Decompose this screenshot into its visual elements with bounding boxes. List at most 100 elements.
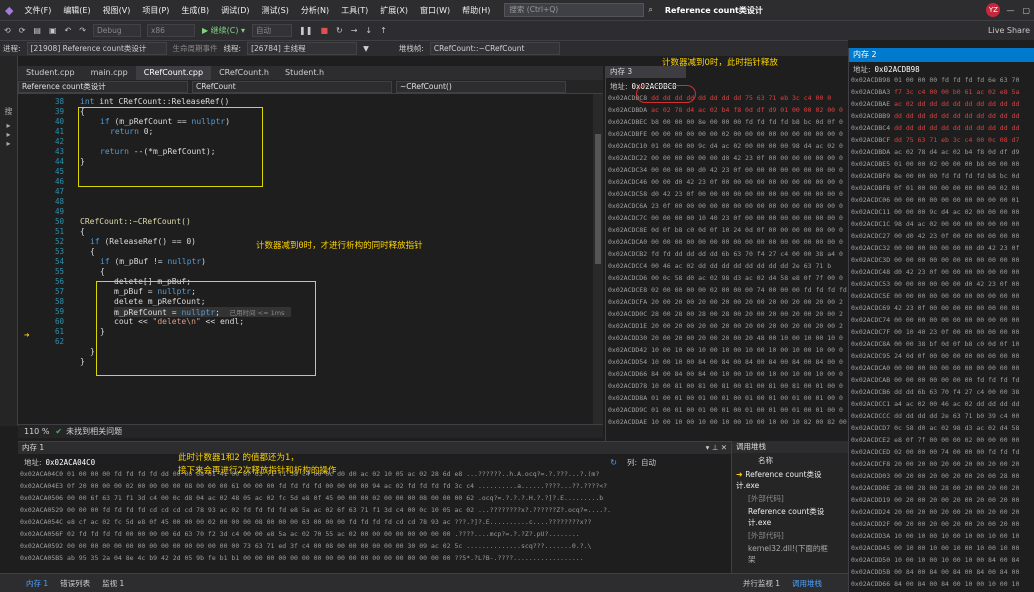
menu-analyze[interactable]: 分析(N) bbox=[295, 5, 335, 16]
menu-file[interactable]: 文件(F) bbox=[18, 5, 57, 16]
memory-row[interactable]: 0x02ACA056F 02 fd fd fd fd 00 00 00 00 6d… bbox=[20, 530, 580, 538]
memory-row[interactable]: 0x02ACDBDA ac 02 78 d4 ac 02 b4 f8 0d df … bbox=[851, 148, 1019, 156]
new-file-icon[interactable]: ▤ bbox=[29, 26, 45, 35]
memory-row[interactable]: 0x02ACDD66 84 00 84 00 84 00 10 00 10 00 … bbox=[608, 370, 843, 378]
memory-row[interactable]: 0x02ACDBEC b8 00 00 00 8e 00 00 00 fd fd … bbox=[608, 118, 843, 126]
search-icon[interactable]: ⌕ bbox=[648, 5, 652, 15]
tab-error-list[interactable]: 错误列表 bbox=[54, 578, 96, 589]
lifecycle-button[interactable]: 生命周期事件 bbox=[170, 43, 221, 54]
memory-row[interactable]: 0x02ACDC06 00 00 00 00 00 00 00 00 00 00 … bbox=[851, 196, 1019, 204]
memory-row[interactable]: 0x02ACA05B5 ab 95 35 2a 04 8e 4c b9 42 2d… bbox=[20, 554, 584, 562]
memory-row[interactable]: 0x02ACDCFA 20 00 20 00 20 00 20 00 20 00 … bbox=[608, 298, 843, 306]
memory-row[interactable]: 0x02ACDD19 00 20 00 20 00 20 00 20 00 20 … bbox=[851, 496, 1019, 504]
memory-row[interactable]: 0x02ACDCC1 a4 ac 02 00 46 ac 02 dd dd dd … bbox=[851, 400, 1019, 408]
memory-row[interactable]: 0x02ACDD66 84 00 84 00 84 00 10 00 10 00 … bbox=[851, 580, 1019, 588]
callstack-row[interactable]: kernel32.dll!(下面的框架 bbox=[732, 542, 848, 566]
memory-row[interactable]: 0x02ACDBC4 dd dd dd dd dd dd dd dd dd dd … bbox=[851, 124, 1019, 132]
tab-crefcount-h[interactable]: CRefCount.h bbox=[211, 66, 277, 80]
avatar[interactable]: YZ bbox=[986, 3, 1001, 17]
address-input[interactable]: 0x02ACDB98 bbox=[875, 65, 920, 74]
memory-row[interactable]: 0x02ACDD8A 01 00 01 00 01 00 01 00 01 00 … bbox=[608, 394, 843, 402]
memory-row[interactable]: 0x02ACDBA3 f7 3c c4 00 00 b0 61 ac 02 e8 … bbox=[851, 88, 1019, 96]
memory-row[interactable]: 0x02ACDD50 10 00 10 00 10 00 10 00 84 00 … bbox=[851, 556, 1019, 564]
tab-crefcount-cpp[interactable]: CRefCount.cpp bbox=[135, 66, 212, 80]
callstack-row[interactable]: [外部代码] bbox=[732, 492, 848, 505]
memory-row[interactable]: 0x02ACDC7F 00 10 40 23 0f 00 00 00 00 00 … bbox=[851, 328, 1019, 336]
restart-icon[interactable]: ↻ bbox=[332, 26, 347, 35]
menu-extensions[interactable]: 扩展(X) bbox=[374, 5, 414, 16]
tab-callstack[interactable]: 调用堆栈 bbox=[786, 578, 828, 589]
memory-row[interactable]: 0x02ACDC1C 98 d4 ac 02 00 00 00 00 00 00 … bbox=[851, 220, 1019, 228]
memory-row[interactable]: 0x02ACDC11 00 00 00 9c d4 ac 02 00 00 00 … bbox=[851, 208, 1019, 216]
memory-row[interactable]: 0x02ACDC58 d0 42 23 0f 00 00 00 00 00 00 … bbox=[608, 190, 843, 198]
pin-icon[interactable]: ▾ ⊥ ✕ bbox=[706, 442, 727, 454]
memory-row[interactable]: 0x02ACDDAE 10 00 10 00 10 00 10 00 10 00 … bbox=[608, 418, 847, 426]
memory-row[interactable]: 0x02ACDCAB 00 00 00 00 00 00 00 fd fd fd … bbox=[851, 376, 1019, 384]
back-icon[interactable]: ⟲ bbox=[0, 26, 15, 35]
memory-row[interactable]: 0x02ACDCB2 fd fd dd dd dd dd 6b 63 70 f4 … bbox=[608, 250, 843, 258]
platform-select[interactable]: x86 bbox=[146, 24, 195, 37]
tab-memory1[interactable]: 内存 1 bbox=[20, 578, 54, 589]
expand-icon[interactable]: ▸ bbox=[0, 139, 17, 148]
memory-row[interactable]: 0x02ACDD3A 10 00 10 00 10 00 10 00 10 00 … bbox=[851, 532, 1019, 540]
pause-icon[interactable]: ❚❚ bbox=[295, 26, 316, 35]
memory-row[interactable]: 0x02ACDCB6 dd dd 6b 63 70 f4 27 c4 00 00 … bbox=[851, 388, 1019, 396]
memory-row[interactable]: 0x02ACDCED 02 00 00 00 74 00 00 00 fd fd … bbox=[851, 448, 1019, 456]
memory-row[interactable]: 0x02ACDD30 20 00 20 00 20 00 20 00 20 48 … bbox=[608, 334, 843, 342]
memory-row[interactable]: 0x02ACDD5B 00 84 00 84 00 84 00 84 00 84 … bbox=[851, 568, 1019, 576]
member-select[interactable]: ~CRefCount() bbox=[396, 80, 566, 93]
memory-row[interactable]: 0x02ACDC6A 23 0f 00 00 00 00 00 00 00 00 … bbox=[608, 202, 843, 210]
address-input[interactable]: 0x02ACA04C0 bbox=[46, 458, 96, 467]
project-select[interactable]: Reference count类设计 bbox=[18, 80, 188, 93]
memory-row[interactable]: 0x02ACDB98 01 00 00 00 fd fd fd fd 6e 63 … bbox=[851, 76, 1019, 84]
memory-row[interactable]: 0x02ACDC53 00 00 00 00 00 00 d0 42 23 0f … bbox=[851, 280, 1019, 288]
zoom-level[interactable]: 110 % bbox=[18, 427, 55, 436]
memory-row[interactable]: 0x02ACDC74 00 00 00 00 00 00 00 00 00 00 … bbox=[851, 316, 1019, 324]
memory-row[interactable]: 0x02ACDC46 00 00 d0 42 23 0f 00 00 00 00 … bbox=[608, 178, 843, 186]
memory-row[interactable]: 0x02ACDD54 10 00 10 00 84 00 84 00 84 00 … bbox=[608, 358, 843, 366]
menu-test[interactable]: 测试(S) bbox=[256, 5, 295, 16]
tab-student-cpp[interactable]: Student.cpp bbox=[18, 66, 83, 80]
filter-icon[interactable]: ▼ bbox=[360, 44, 372, 53]
memory-row[interactable]: 0x02ACDC8A 00 00 38 bf 0d 0f b8 c0 0d 0f … bbox=[851, 340, 1019, 348]
memory-row[interactable]: 0x02ACDD78 10 00 81 00 81 00 81 00 81 00 … bbox=[608, 382, 843, 390]
memory-row[interactable]: 0x02ACDC8E 0d 0f b8 c0 0d 0f 10 24 0d 0f … bbox=[608, 226, 843, 234]
memory-row[interactable]: 0x02ACDBFB 0f 01 00 00 00 00 00 00 00 02 … bbox=[851, 184, 1019, 192]
memory-row[interactable]: 0x02ACA04E3 0f 20 00 00 00 02 00 00 00 00… bbox=[20, 482, 607, 490]
memory-row[interactable]: 0x02ACDC48 d0 42 23 0f 00 00 00 00 00 00 … bbox=[851, 268, 1019, 276]
thread-select[interactable]: [26784] 主线程 bbox=[247, 42, 358, 55]
memory-row[interactable]: 0x02ACDCD6 00 0c 58 d0 ac 02 98 d3 ac 02 … bbox=[608, 274, 843, 282]
memory-row[interactable]: 0x02ACDD42 10 00 10 00 10 00 10 00 10 00 … bbox=[608, 346, 843, 354]
memory-row[interactable]: 0x02ACDBCF dd 75 63 71 eb 3c c4 00 0c 08 … bbox=[851, 136, 1019, 144]
memory-row[interactable]: 0x02ACDC22 00 00 00 00 00 00 d0 42 23 0f … bbox=[608, 154, 843, 162]
stack-frame-select[interactable]: CRefCount::~CRefCount bbox=[429, 42, 560, 55]
redo-icon[interactable]: ↷ bbox=[75, 26, 90, 35]
memory-row[interactable]: 0x02ACDD24 20 00 20 00 20 00 20 00 20 00 … bbox=[851, 508, 1019, 516]
solution-explorer-strip[interactable]: 搜 ▸ ▸ ▸ bbox=[0, 56, 18, 426]
menu-help[interactable]: 帮助(H) bbox=[456, 5, 496, 16]
memory-row[interactable]: 0x02ACDCC4 00 46 ac 02 dd dd dd dd dd dd … bbox=[608, 262, 831, 270]
memory-row[interactable]: 0x02ACA0592 00 00 00 00 00 00 00 00 00 00… bbox=[20, 542, 591, 550]
memory-row[interactable]: 0x02ACDBB9 dd dd dd dd dd dd dd dd dd dd … bbox=[851, 112, 1019, 120]
code-editor[interactable]: 38 39 40 41 42 43 44 45 46 47 48 49 50 51 52 53 54 55 56 57… bbox=[18, 94, 603, 424]
memory-row[interactable]: 0x02ACDBDA ac 02 78 d4 ac 02 b4 f8 0d df … bbox=[608, 106, 843, 114]
continue-button[interactable]: ▶ 继续(C) ▾ bbox=[198, 25, 249, 36]
memory-row[interactable]: 0x02ACDC32 00 00 00 00 00 00 00 d0 42 23 … bbox=[851, 244, 1019, 252]
process-select[interactable]: [21908] Reference count类设计 bbox=[26, 42, 167, 55]
memory-row[interactable]: 0x02ACDD0C 28 00 28 00 28 00 28 00 20 00 … bbox=[608, 310, 843, 318]
memory-row[interactable]: 0x02ACDC34 00 00 00 00 d0 42 23 0f 00 00 … bbox=[608, 166, 843, 174]
memory-row[interactable]: 0x02ACDD45 00 10 00 10 00 10 00 10 00 10 … bbox=[851, 544, 1019, 552]
class-select[interactable]: CRefCount bbox=[192, 80, 392, 93]
menu-project[interactable]: 项目(P) bbox=[136, 5, 175, 16]
memory-row[interactable]: 0x02ACDC3D 00 00 00 00 00 00 00 00 00 00 … bbox=[851, 256, 1019, 264]
memory-row[interactable]: 0x02ACDBAE ac 02 dd dd dd dd dd dd dd dd … bbox=[851, 100, 1019, 108]
tab-parallel-watch[interactable]: 并行监视 1 bbox=[737, 578, 786, 589]
expand-icon[interactable]: ▸ bbox=[0, 130, 17, 139]
memory-row[interactable]: 0x02ACDC7C 00 00 00 00 10 40 23 0f 00 00 … bbox=[608, 214, 843, 222]
menu-tools[interactable]: 工具(T) bbox=[335, 5, 374, 16]
memory-row[interactable]: 0x02ACDCA0 00 00 00 00 00 00 00 00 00 00 … bbox=[608, 238, 843, 246]
menu-window[interactable]: 窗口(W) bbox=[414, 5, 456, 16]
menu-build[interactable]: 生成(B) bbox=[175, 5, 215, 16]
menu-edit[interactable]: 编辑(E) bbox=[57, 5, 96, 16]
refresh-icon[interactable]: ↻ bbox=[610, 458, 617, 467]
